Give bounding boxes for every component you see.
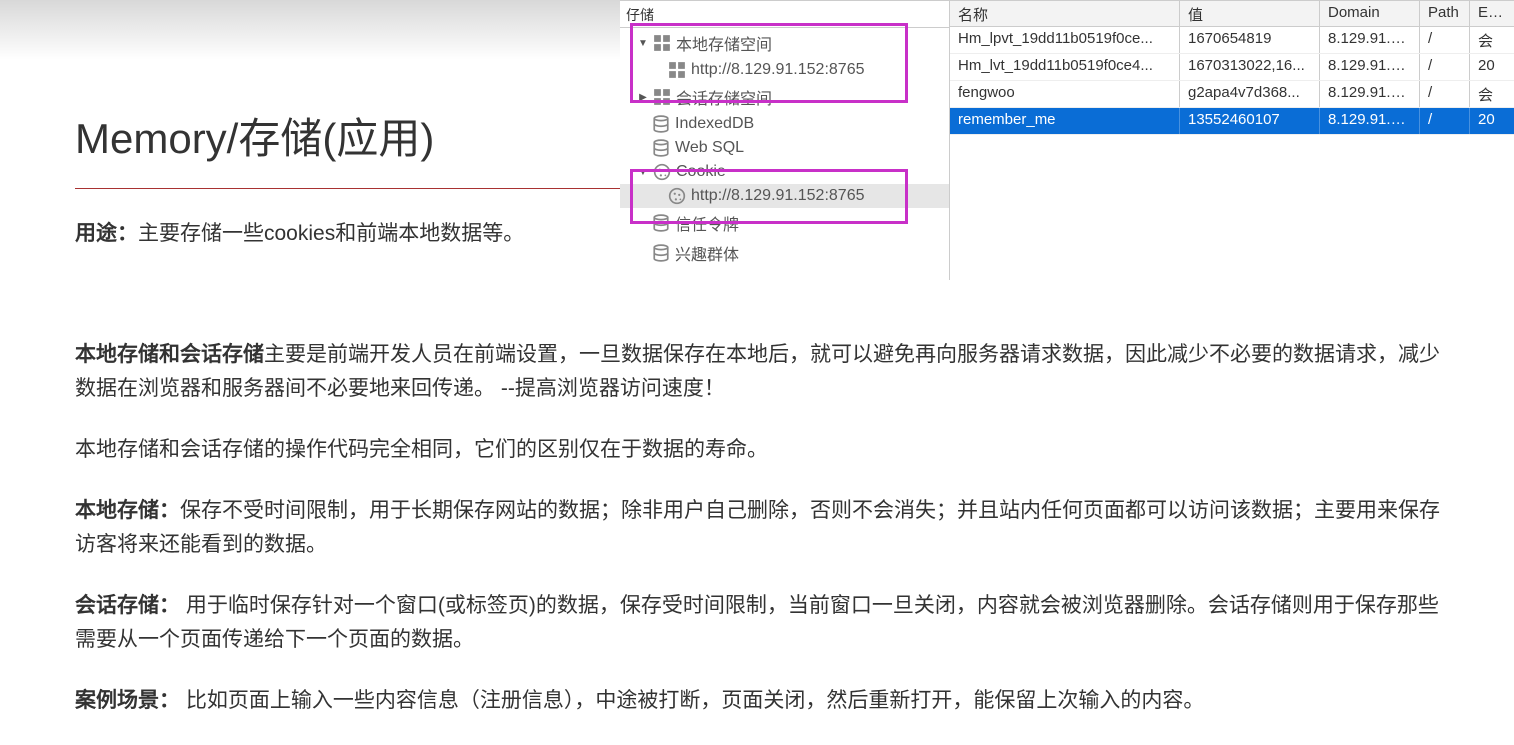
database-icon — [652, 139, 670, 157]
label-storage-intro: 本地存储和会话存储 — [75, 343, 264, 366]
paragraph-difference: 本地存储和会话存储的操作代码完全相同，它们的区别仅在于数据的寿命。 — [75, 433, 1445, 468]
table-row[interactable]: Hm_lvt_19dd11b0519f0ce4... 1670313022,16… — [950, 54, 1514, 81]
col-domain[interactable]: Domain — [1320, 1, 1420, 26]
paragraph-session-storage: 会话存储： 用于临时保存针对一个窗口(或标签页)的数据，保存受时间限制，当前窗口… — [75, 589, 1445, 658]
tree-label: http://8.129.91.152:8765 — [691, 187, 864, 205]
col-exp[interactable]: Exp — [1470, 1, 1510, 26]
cell-domain: 8.129.91.1... — [1320, 54, 1420, 80]
cell-path: / — [1420, 81, 1470, 107]
grid-icon — [668, 61, 686, 79]
paragraph-local-storage: 本地存储：保存不受时间限制，用于长期保存网站的数据；除非用户自己删除，否则不会消… — [75, 494, 1445, 563]
tree-interest-groups[interactable]: 兴趣群体 — [620, 238, 949, 268]
cell-exp: 20 — [1470, 108, 1510, 134]
chevron-down-icon: ▼ — [638, 167, 648, 177]
label-usage: 用途： — [75, 222, 138, 245]
cell-domain: 8.129.91.1... — [1320, 81, 1420, 107]
tree-local-storage-url[interactable]: http://8.129.91.152:8765 — [620, 58, 949, 82]
paragraph-storage-intro: 本地存储和会话存储主要是前端开发人员在前端设置，一旦数据保存在本地后，就可以避免… — [75, 338, 1445, 407]
title-underline — [75, 188, 635, 189]
tree-trust-tokens[interactable]: 信任令牌 — [620, 208, 949, 238]
database-icon — [652, 115, 670, 133]
table-row-selected[interactable]: remember_me 13552460107 8.129.91.1... / … — [950, 108, 1514, 135]
tree-label: Web SQL — [675, 139, 744, 157]
tree-label: 信任令牌 — [675, 211, 739, 235]
table-row[interactable]: fengwoo g2apa4v7d368... 8.129.91.1... / … — [950, 81, 1514, 108]
cookie-table: 名称 值 Domain Path Exp Hm_lpvt_19dd11b0519… — [950, 1, 1514, 280]
database-icon — [652, 214, 670, 232]
tree-label: 会话存储空间 — [676, 85, 772, 109]
cell-value: 1670313022,16... — [1180, 54, 1320, 80]
cell-path: / — [1420, 27, 1470, 53]
tree-cookie-url[interactable]: http://8.129.91.152:8765 — [620, 184, 949, 208]
cell-exp: 会 — [1470, 81, 1510, 107]
cell-name: remember_me — [950, 108, 1180, 134]
cell-value: 13552460107 — [1180, 108, 1320, 134]
grid-icon — [653, 88, 671, 106]
tree-label: Cookie — [676, 163, 726, 181]
label-local-storage: 本地存储： — [75, 499, 180, 522]
grid-icon — [653, 34, 671, 52]
tree-cookie[interactable]: ▼ Cookie — [620, 160, 949, 184]
tree-label: 兴趣群体 — [675, 241, 739, 265]
chevron-right-icon: ▶ — [638, 92, 648, 102]
cell-exp: 会 — [1470, 27, 1510, 53]
tree-session-storage[interactable]: ▶ 会话存储空间 — [620, 82, 949, 112]
cell-name: fengwoo — [950, 81, 1180, 107]
cookie-icon — [653, 163, 671, 181]
storage-tree: 仔储 ▼ 本地存储空间 http://8.129.91.152:8765 ▶ 会… — [620, 1, 950, 280]
paragraph-scenario: 案例场景： 比如页面上输入一些内容信息（注册信息），中途被打断，页面关闭，然后重… — [75, 684, 1445, 719]
tree-indexeddb[interactable]: IndexedDB — [620, 112, 949, 136]
devtools-panel: 仔储 ▼ 本地存储空间 http://8.129.91.152:8765 ▶ 会… — [620, 0, 1514, 280]
tree-label: IndexedDB — [675, 115, 754, 133]
cell-exp: 20 — [1470, 54, 1510, 80]
cell-value: g2apa4v7d368... — [1180, 81, 1320, 107]
col-name[interactable]: 名称 — [950, 1, 1180, 26]
text-scenario: 比如页面上输入一些内容信息（注册信息），中途被打断，页面关闭，然后重新打开，能保… — [180, 689, 1204, 712]
cell-name: Hm_lpvt_19dd11b0519f0ce... — [950, 27, 1180, 53]
col-path[interactable]: Path — [1420, 1, 1470, 26]
col-value[interactable]: 值 — [1180, 1, 1320, 26]
chevron-down-icon: ▼ — [638, 38, 648, 48]
tree-local-storage[interactable]: ▼ 本地存储空间 — [620, 28, 949, 58]
tab-storage[interactable]: 仔储 — [620, 3, 949, 28]
cell-domain: 8.129.91.1... — [1320, 108, 1420, 134]
tree-label: 本地存储空间 — [676, 31, 772, 55]
table-header-row: 名称 值 Domain Path Exp — [950, 1, 1514, 27]
tree-label: http://8.129.91.152:8765 — [691, 61, 864, 79]
cell-value: 1670654819 — [1180, 27, 1320, 53]
table-row[interactable]: Hm_lpvt_19dd11b0519f0ce... 1670654819 8.… — [950, 27, 1514, 54]
cell-path: / — [1420, 54, 1470, 80]
text-session-storage: 用于临时保存针对一个窗口(或标签页)的数据，保存受时间限制，当前窗口一旦关闭，内… — [75, 594, 1439, 652]
text-local-storage: 保存不受时间限制，用于长期保存网站的数据；除非用户自己删除，否则不会消失；并且站… — [75, 499, 1440, 557]
cell-path: / — [1420, 108, 1470, 134]
database-icon — [652, 244, 670, 262]
cookie-icon — [668, 187, 686, 205]
label-session-storage: 会话存储： — [75, 594, 180, 617]
label-scenario: 案例场景： — [75, 689, 180, 712]
cell-name: Hm_lvt_19dd11b0519f0ce4... — [950, 54, 1180, 80]
text-storage-intro: 主要是前端开发人员在前端设置，一旦数据保存在本地后，就可以避免再向服务器请求数据… — [75, 343, 1440, 401]
text-usage: 主要存储一些cookies和前端本地数据等。 — [138, 222, 524, 245]
cell-domain: 8.129.91.1... — [1320, 27, 1420, 53]
tree-websql[interactable]: Web SQL — [620, 136, 949, 160]
